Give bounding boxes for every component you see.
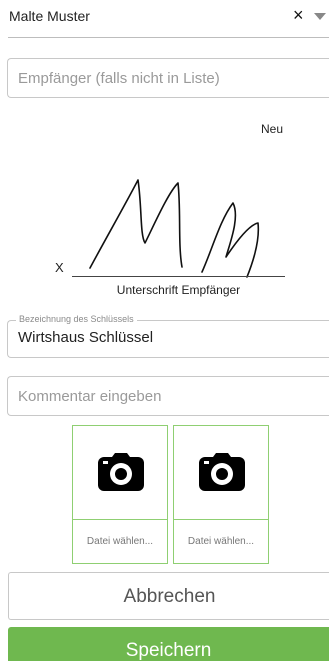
choose-file-button[interactable]: Datei wählen... bbox=[73, 536, 167, 547]
recipient-input-placeholder: Empfänger (falls nicht in Liste) bbox=[18, 70, 220, 87]
new-signature-button[interactable]: Neu bbox=[261, 122, 283, 136]
recipient-select[interactable]: Malte Muster × bbox=[8, 0, 329, 38]
signature-stroke-m bbox=[89, 179, 183, 269]
photo-slot-divider bbox=[73, 519, 167, 520]
key-name-value: Wirtshaus Schlüssel bbox=[18, 329, 154, 346]
comment-input-placeholder: Kommentar eingeben bbox=[18, 388, 162, 405]
camera-icon[interactable] bbox=[199, 453, 245, 491]
photo-slot-1[interactable]: Datei wählen... bbox=[72, 425, 168, 564]
choose-file-button[interactable]: Datei wählen... bbox=[174, 536, 268, 547]
signature-pad[interactable] bbox=[50, 165, 290, 300]
photo-slot-divider bbox=[174, 519, 268, 520]
signature-x-mark: X bbox=[55, 260, 64, 275]
recipient-name-input[interactable]: Empfänger (falls nicht in Liste) bbox=[7, 58, 329, 98]
signature-line bbox=[72, 276, 285, 277]
cancel-button[interactable]: Abbrechen bbox=[8, 572, 329, 620]
comment-input[interactable]: Kommentar eingeben bbox=[7, 376, 329, 416]
camera-icon[interactable] bbox=[98, 453, 144, 491]
photo-slot-2[interactable]: Datei wählen... bbox=[173, 425, 269, 564]
save-button[interactable]: Speichern bbox=[8, 627, 329, 661]
signature-caption: Unterschrift Empfänger bbox=[116, 283, 241, 297]
chevron-down-icon[interactable] bbox=[314, 13, 326, 20]
clear-icon[interactable]: × bbox=[293, 5, 304, 25]
signature-stroke-second-m bbox=[201, 202, 260, 278]
recipient-selected-value: Malte Muster bbox=[9, 8, 90, 24]
cancel-button-label: Abbrechen bbox=[123, 586, 216, 607]
key-name-label: Bezeichnung des Schlüssels bbox=[16, 314, 137, 324]
save-button-label: Speichern bbox=[125, 640, 212, 661]
